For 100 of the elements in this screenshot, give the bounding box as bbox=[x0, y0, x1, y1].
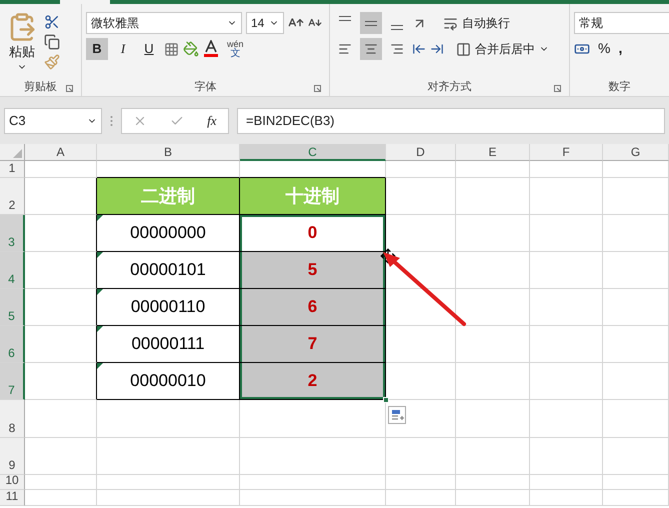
dialog-launcher-icon[interactable] bbox=[554, 85, 561, 92]
merge-cells-icon bbox=[456, 42, 471, 56]
paste-button[interactable]: 粘贴 bbox=[4, 12, 40, 72]
grid-cell bbox=[25, 252, 97, 289]
cut-icon[interactable] bbox=[44, 14, 60, 30]
grid-cell bbox=[603, 326, 669, 363]
grid-cell bbox=[25, 161, 97, 178]
wrap-text-button[interactable]: 自动换行 bbox=[443, 14, 510, 32]
align-top-icon bbox=[339, 16, 351, 21]
grid-cell bbox=[386, 438, 456, 475]
table-cell: 6 bbox=[240, 289, 386, 326]
row-header[interactable]: 3 bbox=[0, 215, 25, 252]
align-center-icon bbox=[364, 42, 378, 56]
column-header[interactable]: E bbox=[456, 144, 530, 161]
column-header[interactable]: C bbox=[240, 144, 386, 161]
grid-cell bbox=[25, 400, 97, 438]
grid-cell bbox=[603, 289, 669, 326]
grid-cell bbox=[25, 475, 97, 490]
table-cell: 00000111 bbox=[97, 326, 240, 363]
decrease-indent-icon[interactable] bbox=[412, 42, 426, 56]
table-cell: 7 bbox=[240, 326, 386, 363]
italic-button[interactable]: I bbox=[112, 38, 134, 60]
grid-cell bbox=[603, 178, 669, 215]
grid-cell bbox=[603, 252, 669, 289]
grid-cell bbox=[25, 215, 97, 252]
grid-cell bbox=[25, 326, 97, 363]
vertical-align-button[interactable] bbox=[360, 12, 382, 34]
grid-cell bbox=[386, 363, 456, 400]
row-header[interactable]: 1 bbox=[0, 161, 25, 178]
grid-cell bbox=[386, 252, 456, 289]
group-label: 字体 bbox=[194, 80, 216, 95]
drag-handle-icon[interactable] bbox=[110, 114, 113, 126]
fill-handle[interactable] bbox=[383, 397, 389, 403]
align-center-button[interactable] bbox=[360, 38, 382, 60]
align-left-icon bbox=[338, 42, 352, 56]
align-middle-icon bbox=[365, 20, 377, 26]
merge-center-button[interactable]: 合并后居中 bbox=[456, 40, 549, 58]
name-box[interactable]: C3 bbox=[4, 108, 102, 134]
row-header[interactable]: 6 bbox=[0, 326, 25, 363]
column-heading: 十进制 bbox=[240, 178, 386, 215]
table-cell: 2 bbox=[240, 363, 386, 400]
row-header[interactable]: 10 bbox=[0, 475, 25, 490]
grid-cell bbox=[603, 215, 669, 252]
grid-cell bbox=[603, 438, 669, 475]
column-header[interactable]: A bbox=[25, 144, 97, 161]
grid-cell bbox=[25, 289, 97, 326]
grid-cell bbox=[603, 161, 669, 178]
table-cell: 0 bbox=[240, 215, 386, 252]
font-color-icon[interactable] bbox=[203, 40, 219, 58]
underline-button[interactable]: U bbox=[138, 38, 160, 60]
align-right-icon bbox=[390, 42, 404, 56]
row-header[interactable]: 4 bbox=[0, 252, 25, 289]
column-header[interactable]: B bbox=[97, 144, 240, 161]
grid-cell bbox=[25, 178, 97, 215]
table-cell: 00000101 bbox=[97, 252, 240, 289]
grid-cell bbox=[386, 178, 456, 215]
column-header[interactable]: D bbox=[386, 144, 456, 161]
dialog-launcher-icon[interactable] bbox=[314, 85, 321, 92]
bold-button[interactable]: B bbox=[86, 38, 108, 60]
increase-indent-icon[interactable] bbox=[430, 42, 444, 56]
grid-cell bbox=[386, 289, 456, 326]
grid-cell bbox=[386, 161, 456, 178]
align-bottom-icon bbox=[391, 25, 403, 30]
number-format-field[interactable]: 常规 bbox=[574, 12, 669, 34]
grid-cell bbox=[386, 475, 456, 490]
quick-analysis-icon[interactable] bbox=[388, 406, 406, 424]
row-header[interactable]: 7 bbox=[0, 363, 25, 400]
fill-color-icon[interactable] bbox=[183, 41, 199, 57]
grid-cell bbox=[25, 363, 97, 400]
column-header[interactable]: G bbox=[603, 144, 669, 161]
font-size-field[interactable]: 14 bbox=[246, 12, 284, 34]
grid-cell bbox=[386, 215, 456, 252]
row-header[interactable]: 8 bbox=[0, 400, 25, 438]
borders-icon[interactable] bbox=[164, 42, 179, 56]
group-label: 数字 bbox=[608, 80, 630, 95]
table-cell: 00000110 bbox=[97, 289, 240, 326]
table-cell: 5 bbox=[240, 252, 386, 289]
phonetic-button[interactable]: wén 文 bbox=[227, 40, 244, 58]
table-cell: 00000000 bbox=[97, 215, 240, 252]
column-header[interactable]: F bbox=[530, 144, 603, 161]
percent-button[interactable]: % bbox=[598, 38, 610, 59]
row-header[interactable]: 2 bbox=[0, 178, 25, 215]
group-label: 剪贴板 bbox=[24, 80, 57, 95]
font-name-field[interactable]: 微软雅黑 bbox=[86, 12, 242, 34]
dialog-launcher-icon[interactable] bbox=[66, 85, 73, 92]
insert-function-button[interactable]: fx bbox=[207, 110, 217, 130]
row-header[interactable]: 11 bbox=[0, 490, 25, 506]
grid-cell bbox=[603, 475, 669, 490]
copy-icon[interactable] bbox=[44, 34, 60, 50]
grid-cell bbox=[25, 438, 97, 475]
row-header[interactable]: 5 bbox=[0, 289, 25, 326]
row-header[interactable]: 9 bbox=[0, 438, 25, 475]
column-heading: 二进制 bbox=[97, 178, 240, 215]
table-cell: 00000010 bbox=[97, 363, 240, 400]
formula-field[interactable]: =BIN2DEC(B3) bbox=[237, 108, 665, 134]
grid-cell bbox=[386, 326, 456, 363]
comma-button[interactable]: , bbox=[618, 38, 622, 59]
grid-cell bbox=[603, 400, 669, 438]
move-cursor-icon bbox=[380, 248, 396, 264]
group-label: 对齐方式 bbox=[428, 80, 472, 95]
